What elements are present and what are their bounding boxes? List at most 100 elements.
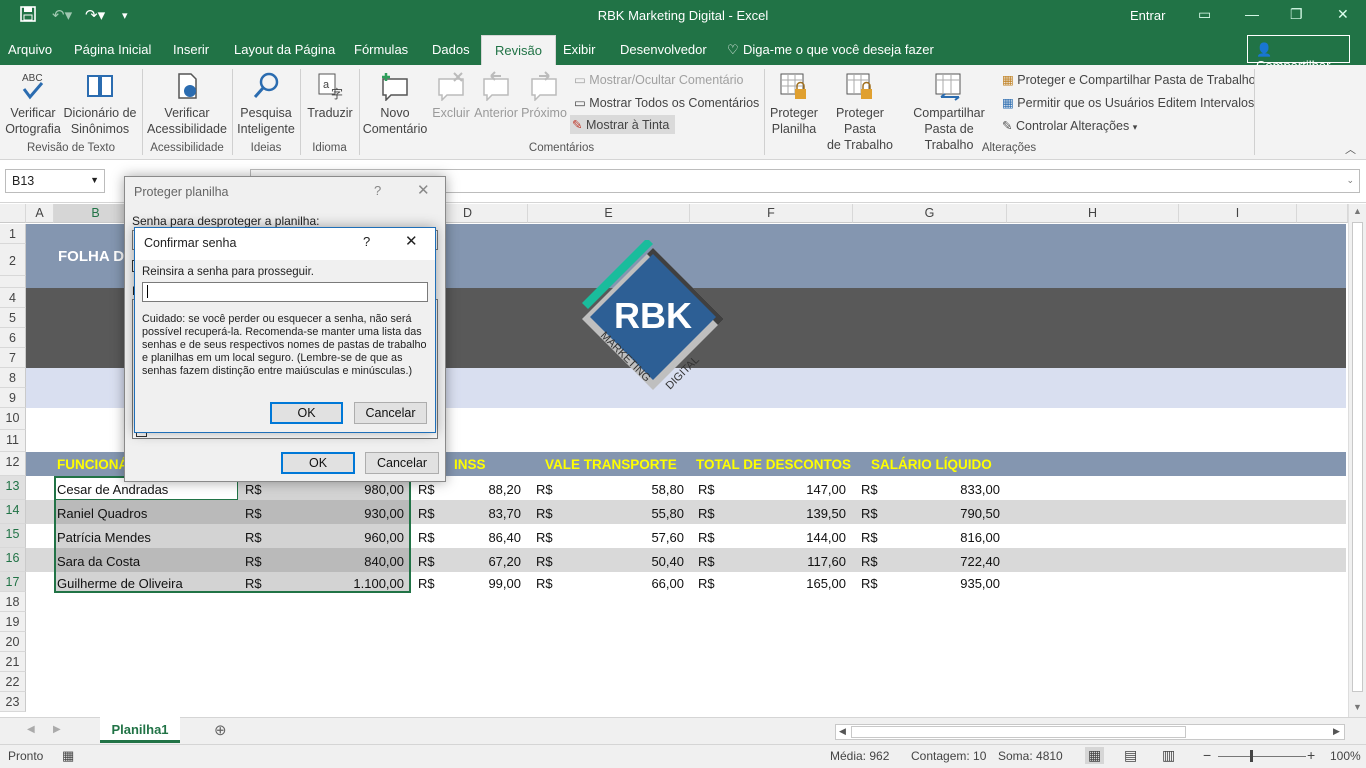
cell-inss[interactable]: 67,20 xyxy=(440,554,521,569)
row-header[interactable]: 22 xyxy=(0,672,26,692)
macro-record-icon[interactable]: ▦ xyxy=(62,748,74,764)
zoom-out-icon[interactable]: − xyxy=(1203,747,1211,763)
collapse-ribbon-icon[interactable]: ︿ xyxy=(1345,141,1356,157)
scroll-up-icon[interactable]: ▲ xyxy=(1353,206,1362,216)
cell-total[interactable]: 147,00 xyxy=(740,482,846,497)
show-ink-button[interactable]: ✎ Mostrar à Tinta xyxy=(570,115,676,134)
new-comment-button[interactable]: Novo Comentário xyxy=(362,71,428,137)
cell-vt[interactable]: 66,00 xyxy=(580,576,684,591)
tab-arquivo[interactable]: Arquivo xyxy=(8,42,52,57)
scroll-left-icon[interactable]: ◀ xyxy=(839,726,846,737)
tab-revisao[interactable]: Revisão xyxy=(481,35,556,65)
show-hide-comment-button[interactable]: ▭ Mostrar/Ocultar Comentário xyxy=(574,72,744,87)
row-header[interactable]: 2 xyxy=(0,244,26,276)
help-icon[interactable]: ? xyxy=(363,234,370,249)
show-all-comments-button[interactable]: ▭ Mostrar Todos os Comentários xyxy=(574,95,759,110)
tell-me-search[interactable]: Diga-me o que você deseja fazer xyxy=(743,42,934,57)
scroll-down-icon[interactable]: ▼ xyxy=(1353,702,1362,712)
row-header[interactable]: 8 xyxy=(0,368,26,388)
zoom-level[interactable]: 100% xyxy=(1330,749,1361,763)
share-button[interactable]: 👤 Compartilhar xyxy=(1247,35,1350,73)
cancel-button[interactable]: Cancelar xyxy=(365,452,439,474)
column-header-g[interactable]: G xyxy=(853,204,1007,223)
column-header-i[interactable]: I xyxy=(1179,204,1297,223)
row-header[interactable]: 6 xyxy=(0,328,26,348)
scroll-right-icon[interactable]: ▶ xyxy=(1333,726,1340,737)
cell-liquido[interactable]: 935,00 xyxy=(900,576,1000,591)
cell-nome[interactable]: Guilherme de Oliveira xyxy=(57,576,183,591)
tab-layout[interactable]: Layout da Página xyxy=(234,42,335,57)
row-header[interactable]: 20 xyxy=(0,632,26,652)
cell-salario[interactable]: 980,00 xyxy=(300,482,404,497)
row-header[interactable]: 11 xyxy=(0,430,26,452)
row-header[interactable]: 12 xyxy=(0,452,26,476)
name-box[interactable]: B13 ▼ xyxy=(5,169,105,193)
cell-liquido[interactable]: 816,00 xyxy=(900,530,1000,545)
row-header[interactable]: 10 xyxy=(0,408,26,430)
track-changes-button[interactable]: ✎ Controlar Alterações ▾ xyxy=(1002,118,1137,133)
protect-workbook-button[interactable]: Proteger Pasta de Trabalho xyxy=(820,71,900,153)
scroll-thumb[interactable] xyxy=(1352,222,1363,692)
zoom-in-icon[interactable]: + xyxy=(1307,747,1315,763)
status-sum[interactable]: Soma: 4810 xyxy=(998,749,1063,763)
share-workbook-button[interactable]: Compartilhar Pasta de Trabalho xyxy=(900,71,998,153)
previous-comment-button[interactable]: Anterior xyxy=(473,71,519,121)
status-count[interactable]: Contagem: 10 xyxy=(911,749,986,763)
protect-share-workbook-button[interactable]: ▦ Proteger e Compartilhar Pasta de Traba… xyxy=(1002,72,1256,87)
cell-nome[interactable]: Sara da Costa xyxy=(57,554,140,569)
cell-nome[interactable]: Cesar de Andradas xyxy=(57,482,168,497)
cell-salario[interactable]: 1.100,00 xyxy=(300,576,404,591)
cell-salario[interactable]: 930,00 xyxy=(300,506,404,521)
tab-dados[interactable]: Dados xyxy=(432,42,470,57)
row-header[interactable]: 13 xyxy=(0,476,26,500)
cell-vt[interactable]: 58,80 xyxy=(580,482,684,497)
row-header[interactable]: 19 xyxy=(0,612,26,632)
cell-salario[interactable]: 960,00 xyxy=(300,530,404,545)
ok-button[interactable]: OK xyxy=(270,402,343,424)
allow-edit-ranges-button[interactable]: ▦ Permitir que os Usuários Editem Interv… xyxy=(1002,95,1254,110)
row-header[interactable]: 16 xyxy=(0,548,26,572)
ok-button[interactable]: OK xyxy=(281,452,355,474)
expand-formula-icon[interactable]: ⌄ xyxy=(1346,175,1354,186)
column-header-f[interactable]: F xyxy=(690,204,853,223)
smart-lookup-button[interactable]: Pesquisa Inteligente xyxy=(235,71,297,137)
cell-liquido[interactable]: 790,50 xyxy=(900,506,1000,521)
row-header[interactable]: 4 xyxy=(0,288,26,308)
sheet-tab-planilha1[interactable]: Planilha1 xyxy=(100,717,180,743)
accessibility-button[interactable]: Verificar Acessibilidade xyxy=(146,71,228,137)
close-icon[interactable]: ✕ xyxy=(405,232,418,250)
cancel-button[interactable]: Cancelar xyxy=(354,402,427,424)
minimize-icon[interactable]: — xyxy=(1245,6,1259,22)
status-average[interactable]: Média: 962 xyxy=(830,749,889,763)
row-header[interactable]: 17 xyxy=(0,572,26,592)
row-header[interactable]: 9 xyxy=(0,388,26,408)
row-header[interactable]: 18 xyxy=(0,592,26,612)
thesaurus-button[interactable]: Dicionário de Sinônimos xyxy=(62,71,138,137)
tab-desenvolvedor[interactable]: Desenvolvedor xyxy=(620,42,707,57)
row-header[interactable]: 14 xyxy=(0,500,26,524)
add-sheet-icon[interactable]: ⊕ xyxy=(214,721,227,739)
row-header[interactable]: 3 xyxy=(0,276,26,288)
close-window-icon[interactable]: ✕ xyxy=(1337,6,1349,23)
sign-in-link[interactable]: Entrar xyxy=(1130,8,1165,23)
column-header-a[interactable]: A xyxy=(26,204,54,223)
help-icon[interactable]: ? xyxy=(374,183,381,198)
cell-vt[interactable]: 55,80 xyxy=(580,506,684,521)
row-header[interactable]: 23 xyxy=(0,692,26,712)
page-layout-icon[interactable]: ▤ xyxy=(1124,747,1137,764)
row-header[interactable]: 15 xyxy=(0,524,26,548)
cell-inss[interactable]: 83,70 xyxy=(440,506,521,521)
cell-total[interactable]: 165,00 xyxy=(740,576,846,591)
select-all-corner[interactable] xyxy=(0,204,26,223)
zoom-slider-thumb[interactable] xyxy=(1250,750,1253,762)
column-header-h[interactable]: H xyxy=(1007,204,1179,223)
cell-nome[interactable]: Raniel Quadros xyxy=(57,506,147,521)
cell-total[interactable]: 144,00 xyxy=(740,530,846,545)
protect-sheet-button[interactable]: Proteger Planilha xyxy=(767,71,821,137)
spelling-button[interactable]: ABC Verificar Ortografia xyxy=(4,71,62,137)
confirm-password-input[interactable] xyxy=(142,282,428,302)
row-header[interactable]: 7 xyxy=(0,348,26,368)
row-header[interactable]: 5 xyxy=(0,308,26,328)
cell-vt[interactable]: 50,40 xyxy=(580,554,684,569)
column-header-e[interactable]: E xyxy=(528,204,690,223)
